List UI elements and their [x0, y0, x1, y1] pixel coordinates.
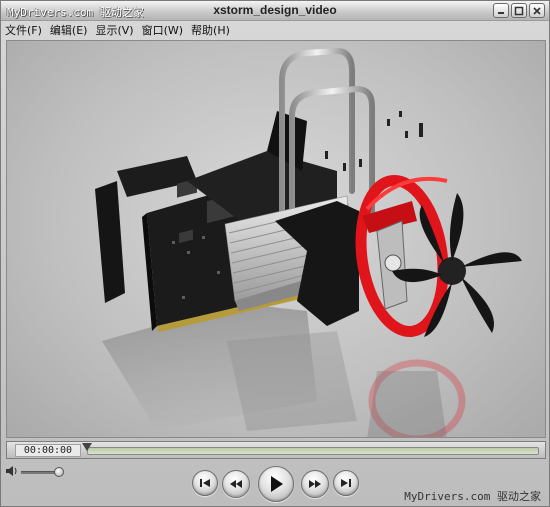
menu-edit[interactable]: 编辑(E) [50, 22, 88, 38]
watermark-bottom: MyDrivers.com 驱动之家 [404, 490, 541, 503]
rewind-icon [230, 480, 242, 488]
skip-forward-button[interactable] [333, 470, 359, 496]
player-window: MyDrivers.com 驱动之家 xstorm_design_video 文… [0, 0, 550, 507]
control-bar: MyDrivers.com 驱动之家 [1, 461, 549, 507]
menu-view[interactable]: 显示(V) [95, 22, 133, 38]
play-icon [271, 476, 283, 492]
io-bracket [95, 181, 125, 303]
menu-file[interactable]: 文件(F) [5, 22, 42, 38]
minimize-button[interactable] [493, 3, 509, 18]
rewind-button[interactable] [222, 470, 250, 498]
close-icon [533, 6, 541, 15]
timeline: 00:00:00 [6, 441, 546, 459]
volume-knob[interactable] [54, 467, 64, 477]
close-button[interactable] [529, 3, 545, 18]
skip-forward-icon [341, 479, 351, 487]
exploded-graphics-card-render [95, 47, 522, 437]
window-controls [493, 3, 545, 18]
video-frame[interactable] [6, 40, 546, 438]
play-button[interactable] [258, 466, 294, 502]
menu-window[interactable]: 窗口(W) [142, 22, 183, 38]
menu-help[interactable]: 帮助(H) [191, 22, 230, 38]
playhead[interactable] [82, 443, 92, 451]
fast-forward-icon [309, 480, 321, 488]
minimize-icon [498, 11, 504, 14]
skip-back-button[interactable] [192, 470, 218, 496]
window-title: xstorm_design_video [213, 3, 337, 17]
maximize-icon [514, 6, 524, 15]
skip-back-icon [200, 479, 210, 487]
title-bar[interactable]: MyDrivers.com 驱动之家 xstorm_design_video [1, 1, 549, 21]
maximize-button[interactable] [511, 3, 527, 18]
fast-forward-button[interactable] [301, 470, 329, 498]
seek-track[interactable] [87, 447, 539, 455]
menu-bar: 文件(F) 编辑(E) 显示(V) 窗口(W) 帮助(H) [1, 21, 549, 39]
timecode-display: 00:00:00 [15, 444, 81, 457]
speaker-icon[interactable] [5, 465, 19, 477]
